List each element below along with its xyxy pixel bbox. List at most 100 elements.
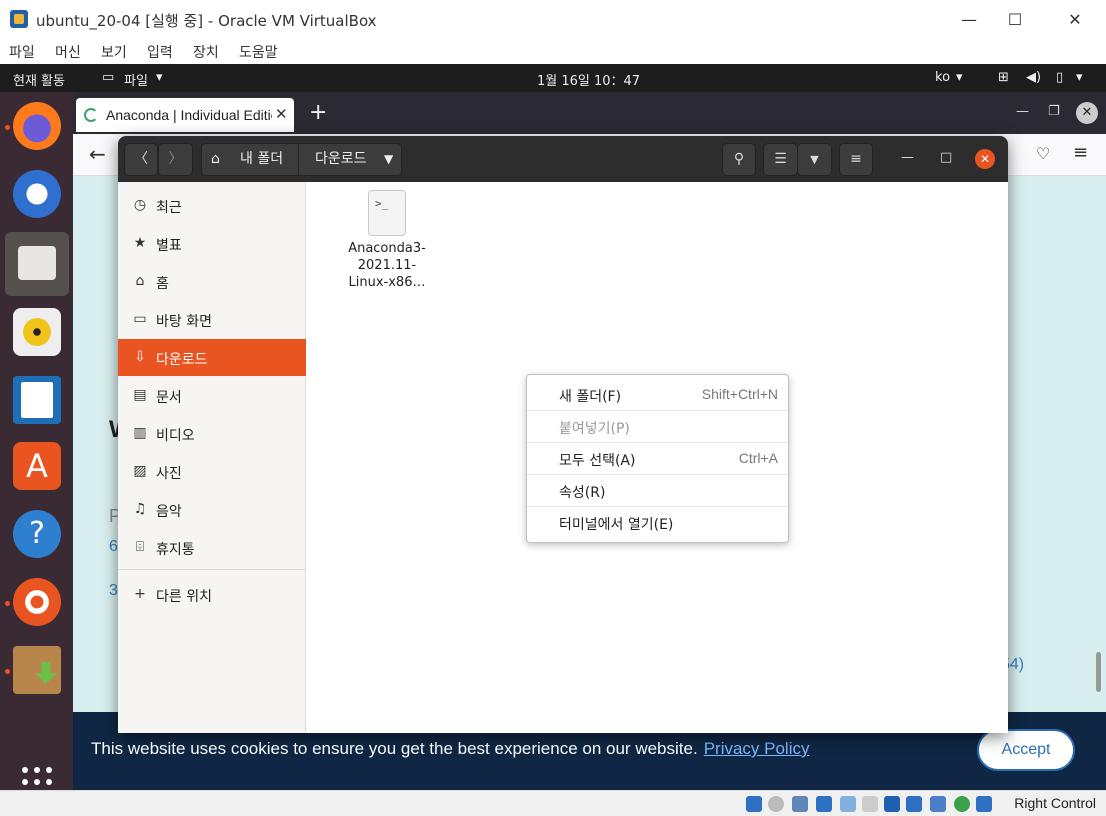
- hard-disk-icon[interactable]: [746, 796, 762, 812]
- firefox-icon[interactable]: [13, 102, 61, 150]
- page-link-fragment[interactable]: 6: [109, 538, 118, 556]
- path-segment-downloads[interactable]: 다운로드: [315, 144, 367, 175]
- volume-icon[interactable]: ◀): [1026, 70, 1041, 85]
- list-view-button[interactable]: ☰: [763, 143, 798, 176]
- ff-restore-button[interactable]: ❐: [1048, 104, 1060, 119]
- files-headerbar: 〈 〉 ⌂ 내 폴더 다운로드 ▼ ⚲ ☰ ▼ ≡ — □ ✕: [118, 136, 1008, 182]
- menu-item-new-folder[interactable]: 새 폴더(F) Shift+Ctrl+N: [527, 379, 788, 411]
- home-icon[interactable]: ⌂: [211, 144, 220, 175]
- network-adapter-icon[interactable]: [816, 796, 832, 812]
- page-link-fragment[interactable]: 3: [109, 582, 118, 600]
- menu-item-label: 터미널에서 열기(E): [559, 517, 674, 533]
- recording-icon[interactable]: [906, 796, 922, 812]
- sidebar-item-pictures[interactable]: ▨ 사진: [118, 453, 306, 490]
- display-icon[interactable]: [884, 796, 900, 812]
- ff-minimize-button[interactable]: —: [1016, 104, 1029, 119]
- hamburger-menu-icon[interactable]: ≡: [1073, 142, 1088, 163]
- hamburger-menu-button[interactable]: ≡: [839, 143, 873, 176]
- audio-icon[interactable]: [792, 796, 808, 812]
- network-icon[interactable]: ⊞: [998, 70, 1009, 85]
- files-dock-active[interactable]: [5, 232, 69, 296]
- forward-button[interactable]: 〉: [158, 143, 193, 176]
- desktop-icon: ▭: [133, 311, 147, 327]
- menu-item-properties[interactable]: 속성(R): [527, 475, 788, 507]
- vbox-menubar: 파일 머신 보기 입력 장치 도움말: [0, 38, 1106, 64]
- input-language[interactable]: ko: [935, 70, 950, 85]
- help-icon[interactable]: ?: [13, 510, 61, 558]
- ff-close-button[interactable]: ✕: [1076, 102, 1098, 124]
- sidebar-item-label: 별표: [156, 238, 182, 254]
- sidebar-item-documents[interactable]: ▤ 문서: [118, 377, 306, 414]
- trash-icon: ⌹: [135, 539, 145, 555]
- vt-x-icon[interactable]: [930, 796, 946, 812]
- sidebar-item-starred[interactable]: ★ 별표: [118, 225, 306, 262]
- close-button[interactable]: ✕: [1052, 6, 1098, 34]
- writer-icon[interactable]: [13, 376, 61, 424]
- video-icon: ▥: [133, 425, 147, 441]
- chevron-down-icon[interactable]: ▼: [384, 144, 393, 175]
- ubuntu-icon[interactable]: [13, 578, 61, 626]
- writer-page: [21, 382, 53, 418]
- menu-item-select-all[interactable]: 모두 선택(A) Ctrl+A: [527, 443, 788, 475]
- sidebar-item-desktop[interactable]: ▭ 바탕 화면: [118, 301, 306, 338]
- file-name-line: Anaconda3-: [348, 241, 426, 256]
- show-applications-button[interactable]: [22, 767, 52, 790]
- vbox-statusbar: Right Control: [0, 790, 1106, 816]
- dock: A ?: [0, 92, 73, 790]
- shared-folders-icon[interactable]: [862, 796, 878, 812]
- maximize-button[interactable]: ☐: [992, 6, 1038, 34]
- back-arrow-icon[interactable]: ←: [89, 142, 106, 166]
- thunderbird-icon[interactable]: [13, 170, 61, 218]
- path-bar: ⌂ 내 폴더 다운로드 ▼: [201, 143, 402, 176]
- battery-icon[interactable]: ▯: [1056, 70, 1063, 85]
- file-name: Anaconda3- 2021.11- Linux-x86…: [337, 240, 437, 291]
- rhythmbox-icon[interactable]: [13, 308, 61, 356]
- tab-close-icon[interactable]: ✕: [275, 105, 288, 123]
- files-maximize-button[interactable]: □: [940, 150, 952, 165]
- menu-item-shortcut: Shift+Ctrl+N: [701, 386, 778, 402]
- sidebar-item-music[interactable]: ♫ 음악: [118, 491, 306, 528]
- menu-help[interactable]: 도움말: [239, 42, 278, 62]
- sidebar-item-videos[interactable]: ▥ 비디오: [118, 415, 306, 452]
- sidebar-item-downloads[interactable]: ⇩ 다운로드: [118, 339, 306, 376]
- vbox-titlebar: ubuntu_20-04 [실행 중] - Oracle VM VirtualB…: [0, 0, 1106, 38]
- files-minimize-button[interactable]: —: [901, 150, 914, 165]
- search-button[interactable]: ⚲: [722, 143, 756, 176]
- keyboard-capture-icon[interactable]: [976, 796, 992, 812]
- sidebar-item-recent[interactable]: ◷ 최근: [118, 187, 306, 224]
- pocket-icon[interactable]: ♡: [1036, 144, 1050, 163]
- activities-button[interactable]: 현재 활동: [13, 70, 65, 89]
- menu-file[interactable]: 파일: [9, 42, 35, 62]
- guest-additions-icon[interactable]: [954, 796, 970, 812]
- menu-input[interactable]: 입력: [147, 42, 173, 62]
- optical-drive-icon[interactable]: [768, 796, 784, 812]
- new-tab-button[interactable]: +: [309, 100, 327, 125]
- file-item[interactable]: >_ Anaconda3- 2021.11- Linux-x86…: [337, 190, 437, 291]
- path-segment-home[interactable]: 내 폴더: [240, 144, 283, 175]
- menu-view[interactable]: 보기: [101, 42, 127, 62]
- software-icon[interactable]: A: [13, 442, 61, 490]
- usb-icon[interactable]: [840, 796, 856, 812]
- menu-item-paste[interactable]: 붙여넣기(P): [527, 411, 788, 443]
- sidebar-item-home[interactable]: ⌂ 홈: [118, 263, 306, 300]
- menu-devices[interactable]: 장치: [193, 42, 219, 62]
- minimize-button[interactable]: —: [946, 6, 992, 34]
- back-button[interactable]: 〈: [124, 143, 158, 176]
- installer-icon[interactable]: [13, 646, 61, 694]
- accept-cookies-button[interactable]: Accept: [977, 729, 1075, 771]
- privacy-policy-link[interactable]: Privacy Policy: [704, 739, 810, 758]
- clock[interactable]: 1월 16일 10：47: [537, 70, 640, 89]
- app-menu[interactable]: 파일: [124, 70, 148, 89]
- scrollbar-thumb[interactable]: [1096, 652, 1101, 692]
- path-divider: [298, 144, 299, 175]
- view-options-button[interactable]: ▼: [797, 143, 832, 176]
- menu-machine[interactable]: 머신: [55, 42, 81, 62]
- sidebar-item-label: 문서: [156, 390, 182, 406]
- browser-tab[interactable]: Anaconda | Individual Edition ✕: [76, 98, 294, 132]
- sidebar-separator: [118, 569, 306, 570]
- sidebar-item-other-locations[interactable]: + 다른 위치: [118, 576, 306, 613]
- menu-item-label: 속성(R): [559, 485, 606, 501]
- menu-item-open-in-terminal[interactable]: 터미널에서 열기(E): [527, 507, 788, 539]
- files-close-button[interactable]: ✕: [975, 149, 995, 169]
- sidebar-item-trash[interactable]: ⌹ 휴지통: [118, 529, 306, 566]
